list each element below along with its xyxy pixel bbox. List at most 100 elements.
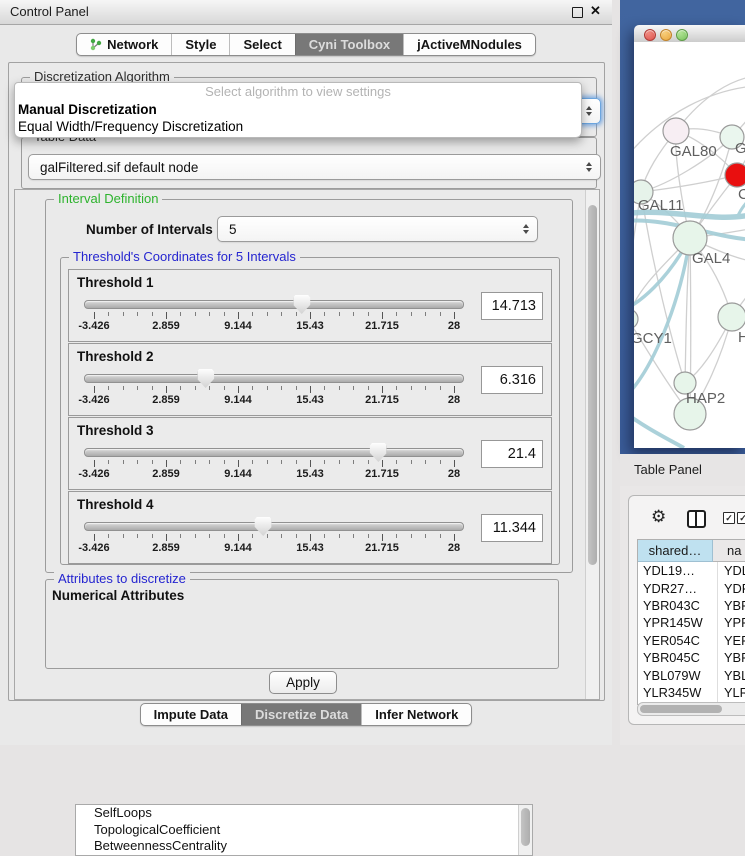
tab-infer-network[interactable]: Infer Network <box>361 704 471 725</box>
minimize-traffic-icon[interactable] <box>660 29 672 41</box>
table-panel-body: ⚙ ✓ ✓ shared… na YDL19…YDL1 YDR27…YDR2 Y… <box>620 486 745 745</box>
gear-icon[interactable]: ⚙ <box>651 508 666 525</box>
table-horizontal-scrollbar-thumb[interactable] <box>640 705 722 713</box>
settings-scroll-viewport: Interval Definition Number of Intervals … <box>14 189 600 700</box>
float-panel-icon[interactable] <box>572 7 583 18</box>
tick-label: 28 <box>448 468 460 480</box>
tick-label: 9.144 <box>224 542 252 554</box>
number-of-intervals-combobox[interactable]: 5 <box>217 216 538 242</box>
cell[interactable]: YPR145W <box>638 614 718 631</box>
slider-ticks <box>94 442 454 482</box>
node-red-selected[interactable] <box>725 163 745 187</box>
dropdown-option-equal-width[interactable]: Equal Width/Frequency Discretization <box>15 118 581 135</box>
tick-label: 9.144 <box>224 394 252 406</box>
tab-style[interactable]: Style <box>171 34 229 55</box>
node-gcy1[interactable] <box>634 309 638 329</box>
number-of-intervals-value: 5 <box>229 222 237 237</box>
threshold-4-label: Threshold 4 <box>77 497 154 512</box>
tab-select[interactable]: Select <box>229 34 294 55</box>
tab-select-label: Select <box>243 37 281 52</box>
close-icon[interactable]: ✕ <box>590 3 601 19</box>
numerical-attributes-label: Numerical Attributes <box>52 588 184 603</box>
threshold-2-slider[interactable]: -3.426 2.859 9.144 15.43 21.715 28 <box>89 368 459 408</box>
attributes-group-label: Attributes to discretize <box>54 571 190 586</box>
table-panel-container: ⚙ ✓ ✓ shared… na YDL19…YDL1 YDR27…YDR2 Y… <box>628 495 745 725</box>
cell[interactable]: YBL0 <box>718 666 745 683</box>
threshold-1-slider[interactable]: -3.426 2.859 9.144 15.43 21.715 28 <box>89 294 459 334</box>
list-scrollbar-thumb[interactable] <box>521 808 530 846</box>
table-row[interactable]: YBR045CYBR0 <box>638 649 745 666</box>
zoom-traffic-icon[interactable] <box>676 29 688 41</box>
cell[interactable]: YBR045C <box>638 649 718 666</box>
cell[interactable]: YBL079W <box>638 666 718 683</box>
table-row[interactable]: YER054CYER0 <box>638 632 745 649</box>
cell[interactable]: YER0 <box>718 632 745 649</box>
node-gal80[interactable] <box>663 118 689 144</box>
table-horizontal-scrollbar[interactable] <box>637 702 745 716</box>
attributes-group: Attributes to discretize Numerical Attri… <box>45 579 559 669</box>
cell[interactable]: YDL1 <box>718 562 745 579</box>
threshold-4-value-field[interactable] <box>481 514 543 542</box>
tab-jactivemnodules[interactable]: jActiveMNodules <box>403 34 535 55</box>
checkbox-icon[interactable]: ✓ <box>723 512 735 524</box>
split-panel-icon[interactable] <box>687 510 706 528</box>
tab-jactivemnodules-label: jActiveMNodules <box>417 37 522 52</box>
list-item[interactable]: TopologicalCoefficient <box>76 822 532 839</box>
dropdown-option-manual-discretization[interactable]: Manual Discretization <box>15 101 581 118</box>
column-header-shared-name[interactable]: shared… <box>638 540 713 562</box>
network-window-titlebar[interactable] <box>634 25 745 43</box>
tick-label: 2.859 <box>152 394 180 406</box>
list-item[interactable]: BetweennessCentrality <box>76 838 532 855</box>
network-icon <box>90 38 102 51</box>
cell[interactable]: YER054C <box>638 632 718 649</box>
cell[interactable]: YBR0 <box>718 649 745 666</box>
node-label-gal11: GAL11 <box>638 197 684 214</box>
table-row[interactable]: YDL19…YDL1 <box>638 562 745 579</box>
tab-cyni-toolbox[interactable]: Cyni Toolbox <box>295 34 403 55</box>
numerical-attributes-list[interactable]: SelfLoops TopologicalCoefficient Between… <box>75 804 533 856</box>
tab-discretize-data-label: Discretize Data <box>255 707 348 722</box>
cell[interactable]: YDR27… <box>638 579 718 596</box>
cell[interactable]: YLR345W <box>638 684 718 701</box>
table-row[interactable]: YBL079WYBL0 <box>638 666 745 683</box>
threshold-3-slider[interactable]: -3.426 2.859 9.144 15.43 21.715 28 <box>89 442 459 482</box>
cell[interactable]: YDR2 <box>718 579 745 596</box>
tick-label: 15.43 <box>296 542 324 554</box>
table-row[interactable]: YLR345WYLR3 <box>638 684 745 701</box>
list-item[interactable]: SelfLoops <box>76 805 532 822</box>
checkbox-icon[interactable]: ✓ <box>737 512 745 524</box>
tab-network-label: Network <box>107 37 158 52</box>
tick-label: -3.426 <box>78 394 109 406</box>
table-data-value: galFiltered.sif default node <box>40 160 198 175</box>
cell[interactable]: YLR3 <box>718 684 745 701</box>
table-row[interactable]: YPR145WYPR1 <box>638 614 745 631</box>
threshold-2-value-field[interactable] <box>481 366 543 394</box>
threshold-3-panel: Threshold 3 -3.426 2.859 9.144 15.43 21.… <box>68 417 552 490</box>
node-h[interactable] <box>718 303 745 331</box>
table-row[interactable]: YBR043CYBR0 <box>638 597 745 614</box>
threshold-3-value-field[interactable] <box>481 440 543 468</box>
tab-network[interactable]: Network <box>77 34 171 55</box>
table-row[interactable]: YDR27…YDR2 <box>638 579 745 596</box>
threshold-4-slider[interactable]: -3.426 2.859 9.144 15.43 21.715 28 <box>89 516 459 556</box>
cell[interactable]: YBR0 <box>718 597 745 614</box>
list-scrollbar[interactable] <box>518 805 532 855</box>
network-view-window[interactable]: GAL80 GA C GAL11 GAL4 GCY1 H HAP2 <box>634 25 745 448</box>
dropdown-prompt-item[interactable]: Select algorithm to view settings <box>15 83 581 101</box>
tab-discretize-data[interactable]: Discretize Data <box>241 704 361 725</box>
cell[interactable]: YPR1 <box>718 614 745 631</box>
threshold-1-value-field[interactable] <box>481 292 543 320</box>
column-header-name[interactable]: na <box>713 540 745 562</box>
tab-impute-data[interactable]: Impute Data <box>141 704 241 725</box>
apply-button[interactable]: Apply <box>269 671 337 694</box>
table-data-combobox[interactable]: galFiltered.sif default node <box>28 154 601 180</box>
network-canvas[interactable]: GAL80 GA C GAL11 GAL4 GCY1 H HAP2 <box>634 42 745 448</box>
cell[interactable]: YBR043C <box>638 597 718 614</box>
settings-scrollbar-thumb[interactable] <box>588 205 597 565</box>
threshold-2-label: Threshold 2 <box>77 349 154 364</box>
tick-label: 2.859 <box>152 468 180 480</box>
combo-stepper-icon <box>586 106 592 116</box>
settings-scrollbar[interactable] <box>585 190 599 699</box>
cell[interactable]: YDL19… <box>638 562 718 579</box>
close-traffic-icon[interactable] <box>644 29 656 41</box>
